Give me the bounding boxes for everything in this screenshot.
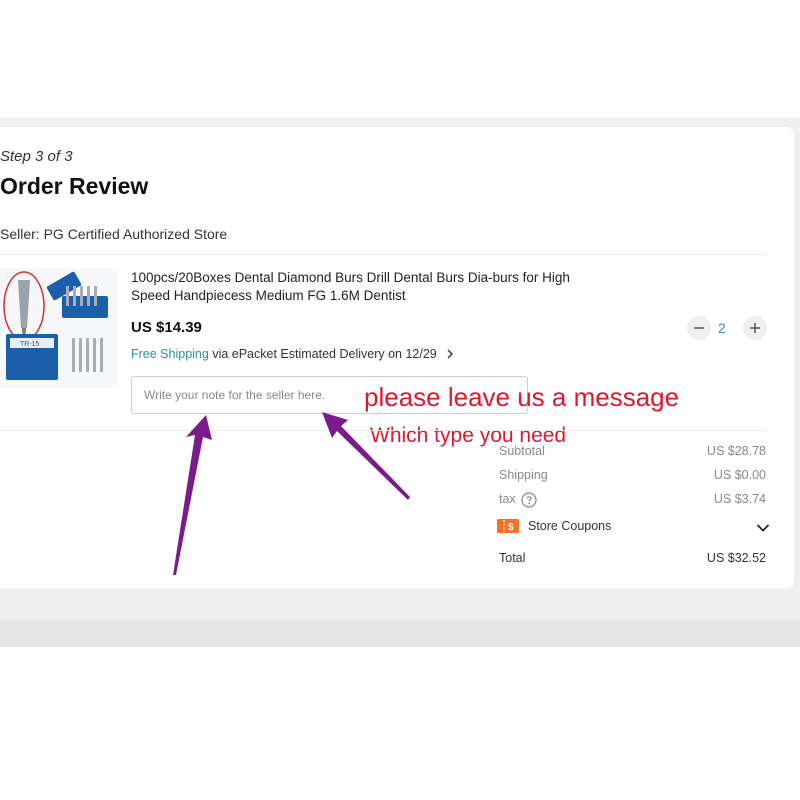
total-label: Total bbox=[499, 551, 526, 565]
svg-text:$: $ bbox=[508, 522, 514, 533]
step-indicator: Step 3 of 3 bbox=[0, 148, 73, 165]
quantity-increase-button[interactable] bbox=[743, 316, 767, 340]
store-coupons-toggle[interactable]: Store Coupons bbox=[528, 519, 611, 533]
tax-label: tax bbox=[499, 492, 516, 506]
subtotal-label: Subtotal bbox=[499, 444, 545, 458]
plus-icon bbox=[750, 323, 760, 333]
divider bbox=[0, 254, 766, 255]
quantity-decrease-button[interactable] bbox=[687, 316, 711, 340]
minus-icon bbox=[694, 327, 704, 329]
subtotal-value: US $28.78 bbox=[706, 444, 766, 458]
shipping-info[interactable]: Free Shipping via ePacket Estimated Deli… bbox=[131, 347, 454, 362]
shipping-method: via ePacket bbox=[212, 347, 277, 361]
chevron-down-icon[interactable] bbox=[756, 520, 770, 538]
free-shipping-label: Free Shipping bbox=[131, 347, 209, 361]
seller-name: Seller: PG Certified Authorized Store bbox=[0, 226, 228, 242]
annotation-leave-message: please leave us a message bbox=[364, 382, 680, 412]
divider bbox=[0, 430, 766, 431]
dental-burs-illustration: TR-15 bbox=[3, 271, 108, 380]
estimated-delivery: Estimated Delivery on 12/29 bbox=[280, 347, 437, 361]
product-image[interactable]: TR-15 bbox=[0, 268, 117, 388]
product-title-link[interactable]: 100pcs/20Boxes Dental Diamond Burs Drill… bbox=[131, 269, 591, 305]
shipping-cost-value: US $0.00 bbox=[713, 468, 766, 482]
product-price: US $14.39 bbox=[131, 319, 202, 336]
page-footer-band bbox=[0, 620, 800, 647]
quantity-value[interactable]: 2 bbox=[718, 320, 726, 336]
page-title: Order Review bbox=[0, 173, 149, 199]
svg-text:TR-15: TR-15 bbox=[20, 341, 40, 348]
chevron-right-icon bbox=[446, 348, 454, 362]
shipping-cost-label: Shipping bbox=[499, 468, 548, 482]
tax-value: US $3.74 bbox=[713, 492, 766, 506]
total-value: US $32.52 bbox=[706, 551, 766, 565]
coupon-ticket-icon: $ bbox=[497, 519, 519, 538]
question-circle-icon[interactable] bbox=[521, 492, 537, 513]
